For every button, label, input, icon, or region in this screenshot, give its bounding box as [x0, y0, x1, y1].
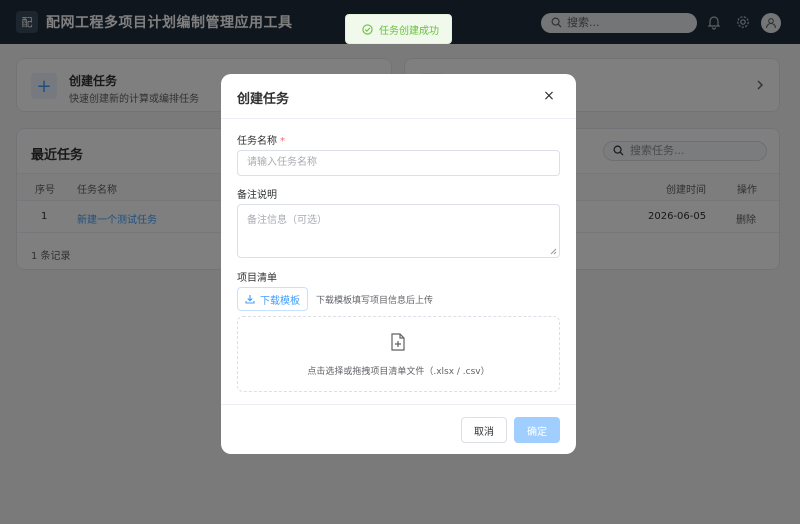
task-name-placeholder: 请输入任务名称 [247, 157, 317, 168]
dialog-footer-divider [221, 404, 576, 405]
download-template-button[interactable]: 下载模板 [237, 287, 308, 311]
check-circle-icon [362, 23, 373, 35]
dialog-header-divider [221, 118, 576, 119]
project-list-label: 项目清单 [237, 273, 277, 284]
required-mark: * [280, 136, 285, 147]
file-add-icon [391, 333, 405, 351]
cancel-button[interactable]: 取消 [461, 417, 507, 443]
dialog-title: 创建任务 [237, 92, 290, 107]
note-label: 备注说明 [237, 190, 277, 201]
download-template-label: 下载模板 [260, 295, 300, 307]
task-name-label: 任务名称 * [237, 132, 285, 147]
file-dropzone[interactable]: 点击选择或拖拽项目清单文件（.xlsx / .csv） [237, 316, 560, 392]
resize-handle-icon[interactable] [550, 248, 557, 255]
note-textarea[interactable]: 备注信息（可选） [237, 204, 560, 258]
confirm-button[interactable]: 确定 [514, 417, 560, 443]
download-icon [245, 295, 255, 304]
download-hint: 下载模板填写项目信息后上传 [316, 296, 434, 306]
task-name-label-text: 任务名称 [237, 136, 277, 147]
success-toast: 任务创建成功 [345, 14, 452, 44]
toast-text: 任务创建成功 [379, 25, 439, 37]
close-icon[interactable]: × [543, 88, 555, 104]
create-task-dialog: 创建任务 × 任务名称 * 请输入任务名称 备注说明 备注信息（可选） 项目清单 … [221, 74, 576, 454]
dropzone-text: 点击选择或拖拽项目清单文件（.xlsx / .csv） [307, 367, 490, 377]
task-name-input[interactable]: 请输入任务名称 [237, 150, 560, 176]
note-placeholder: 备注信息（可选） [247, 215, 327, 226]
